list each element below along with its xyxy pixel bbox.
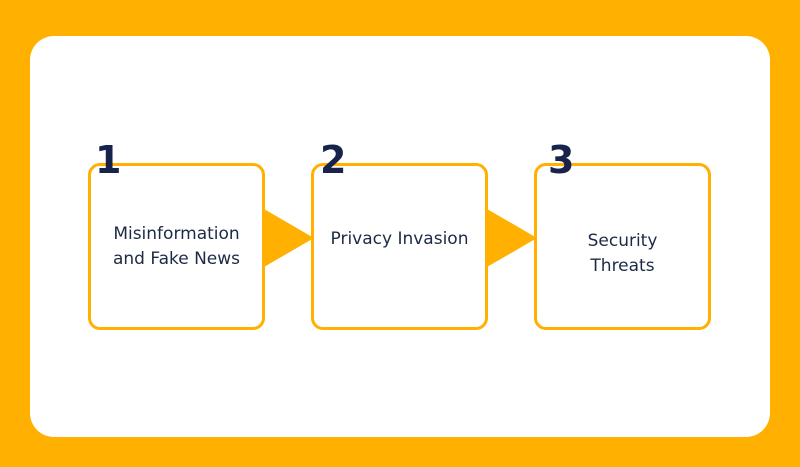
step-box-3: Security Threats: [534, 163, 711, 330]
step-label-3: Security Threats: [580, 229, 666, 279]
step-label-3-line-1: Security: [587, 230, 658, 251]
step-number-3: 3: [548, 138, 575, 182]
step-label-1-line-2: and Fake News: [112, 248, 241, 269]
step-box-1: Misinformation and Fake News: [88, 163, 265, 330]
step-number-1: 1: [95, 138, 122, 182]
step-label-1-line-1: Misinformation: [113, 223, 240, 244]
step-label-3-line-2: Threats: [590, 255, 655, 276]
step-label-2-line-1: Privacy Invasion: [330, 229, 469, 249]
arrow-2-to-3-icon: [487, 209, 537, 267]
step-label-1: Misinformation and Fake News: [105, 222, 248, 272]
step-label-2: Privacy Invasion: [323, 227, 477, 252]
step-box-2: Privacy Invasion: [311, 163, 488, 330]
arrow-1-to-2-icon: [264, 209, 314, 267]
step-number-2: 2: [320, 138, 347, 182]
